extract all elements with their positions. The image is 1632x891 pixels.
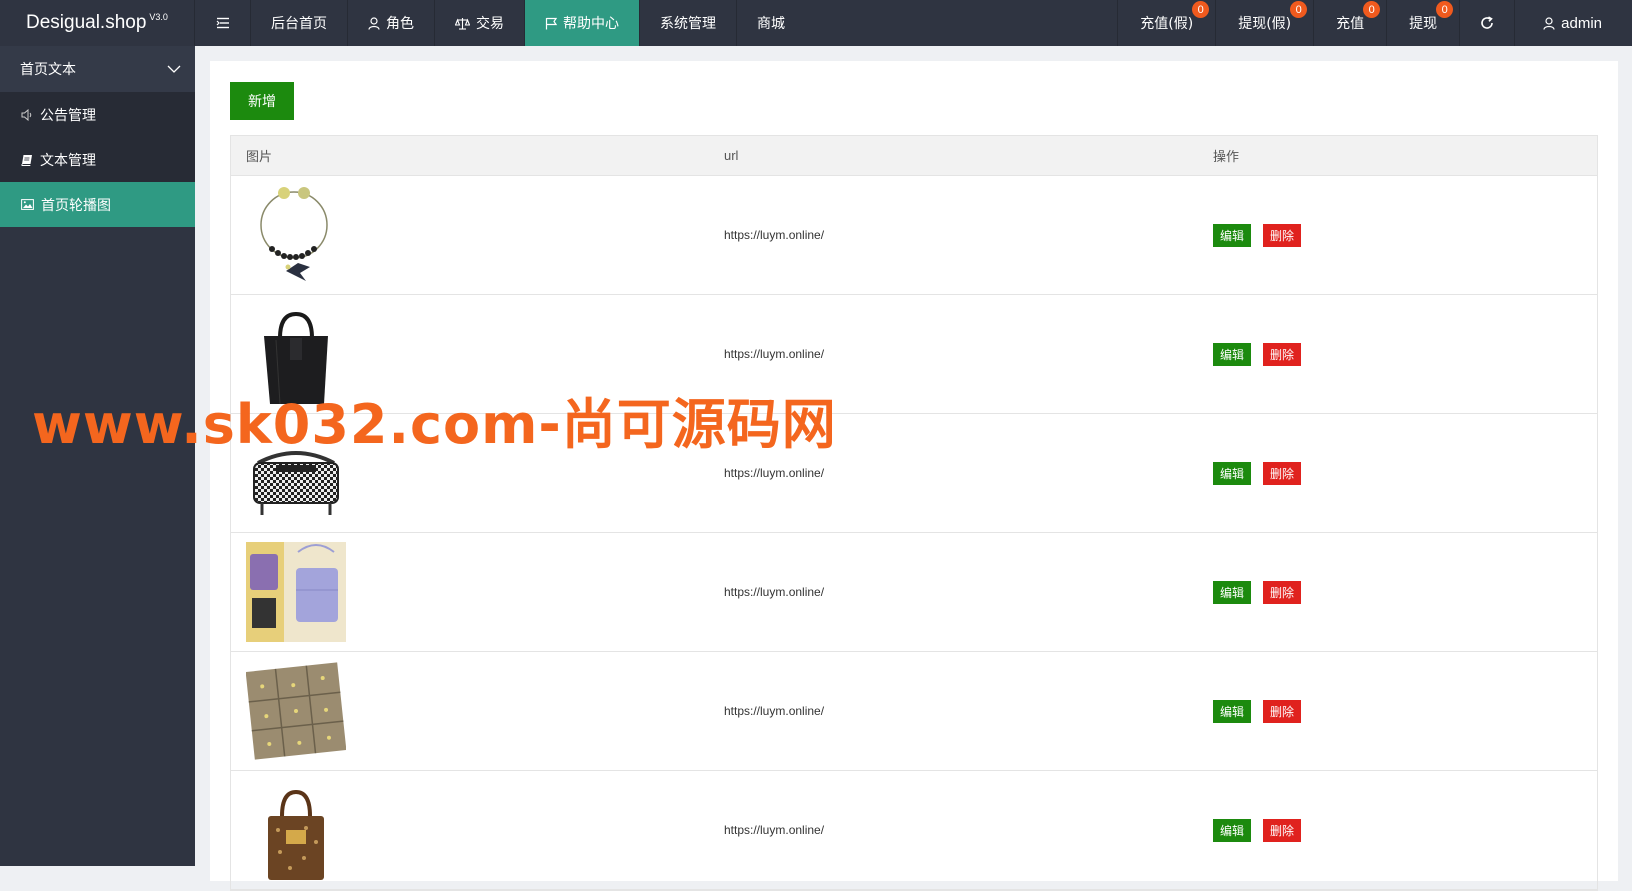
sidebar-item-text[interactable]: 文本管理	[0, 137, 195, 182]
delete-button[interactable]: 删除	[1263, 580, 1302, 604]
column-header-url: url	[724, 148, 739, 163]
nav-home[interactable]: 后台首页	[251, 0, 348, 46]
table-row: https://luym.online/ 编辑 删除	[231, 533, 1597, 652]
withdraw-link[interactable]: 提现 0	[1386, 0, 1459, 46]
top-bar: Desigual.shop V3.0 后台首页 角色 交易 帮助中心 系统管理 商…	[0, 0, 1632, 46]
nav-system[interactable]: 系统管理	[640, 0, 737, 46]
user-icon	[1543, 16, 1555, 30]
book-icon	[21, 154, 32, 166]
url-cell: https://luym.online/	[724, 704, 825, 718]
version-label: V3.0	[149, 12, 168, 22]
sidebar-item-announcement[interactable]: 公告管理	[0, 92, 195, 137]
edit-button[interactable]: 编辑	[1213, 580, 1252, 604]
nav-role-label: 角色	[386, 16, 414, 32]
refresh-button[interactable]	[1459, 0, 1514, 46]
edit-button[interactable]: 编辑	[1213, 223, 1252, 247]
sidebar-item-label: 文本管理	[40, 152, 96, 169]
column-header-actions: 操作	[1213, 150, 1240, 165]
fake-recharge-badge: 0	[1192, 1, 1210, 18]
nav-trade-label: 交易	[476, 16, 504, 32]
edit-button[interactable]: 编辑	[1213, 342, 1252, 366]
sidebar-group-label: 首页文本	[20, 62, 76, 78]
username: admin	[1561, 14, 1602, 32]
logo-text: Desigual.shop	[26, 12, 147, 33]
nav-mall[interactable]: 商城	[737, 0, 805, 46]
withdraw-badge: 0	[1436, 1, 1454, 18]
sidebar-item-carousel[interactable]: 首页轮播图	[0, 182, 195, 227]
sidebar-item-label: 公告管理	[40, 107, 96, 124]
monogram-bag-image	[246, 780, 346, 880]
url-cell: https://luym.online/	[724, 228, 825, 242]
speaker-icon	[21, 108, 32, 121]
nav-home-label: 后台首页	[271, 16, 327, 32]
table-row: https://luym.online/ 编辑 删除	[231, 652, 1597, 771]
url-cell: https://luym.online/	[724, 823, 825, 837]
sidebar-item-label: 首页轮播图	[41, 197, 111, 214]
user-menu[interactable]: admin	[1514, 0, 1632, 46]
fake-recharge-label: 充值(假)	[1140, 16, 1194, 32]
watermark: www.sk032.com-尚可源码网	[32, 393, 837, 456]
url-cell: https://luym.online/	[724, 585, 825, 599]
jewelry-grid-image	[245, 661, 347, 761]
fake-withdraw-link[interactable]: 提现(假) 0	[1215, 0, 1313, 46]
recharge-badge: 0	[1363, 1, 1381, 18]
nav-role[interactable]: 角色	[348, 0, 435, 46]
chevron-down-icon	[167, 65, 181, 73]
withdraw-label: 提现	[1409, 16, 1438, 32]
recharge-link[interactable]: 充值 0	[1313, 0, 1386, 46]
recharge-label: 充值	[1336, 16, 1365, 32]
nav-help-center-label: 帮助中心	[563, 16, 619, 32]
edit-button[interactable]: 编辑	[1213, 818, 1252, 842]
table-row: https://luym.online/ 编辑 删除	[231, 771, 1597, 890]
delete-button[interactable]: 删除	[1263, 223, 1302, 247]
column-header-image: 图片	[246, 150, 273, 165]
phone-bag-image	[246, 542, 346, 642]
edit-button[interactable]: 编辑	[1213, 461, 1252, 485]
nav-trade[interactable]: 交易	[435, 0, 525, 46]
delete-button[interactable]: 删除	[1263, 699, 1302, 723]
flag-icon	[545, 17, 557, 29]
user-icon	[368, 16, 380, 30]
table-header: 图片 url 操作	[231, 136, 1597, 176]
content-panel: 新增 图片 url 操作 https://luym.online/ 编辑 删除 h…	[210, 61, 1618, 891]
table-row: https://luym.online/ 编辑 删除	[231, 176, 1597, 295]
fake-withdraw-badge: 0	[1290, 1, 1308, 18]
header-right: 充值(假) 0 提现(假) 0 充值 0 提现 0 admin	[1117, 0, 1632, 46]
fake-recharge-link[interactable]: 充值(假) 0	[1117, 0, 1215, 46]
scale-icon	[455, 17, 470, 30]
delete-button[interactable]: 删除	[1263, 342, 1302, 366]
necklace-image	[246, 185, 346, 285]
menu-toggle-button[interactable]	[195, 0, 251, 46]
delete-button[interactable]: 删除	[1263, 818, 1302, 842]
delete-button[interactable]: 删除	[1263, 461, 1302, 485]
nav-help-center[interactable]: 帮助中心	[525, 0, 640, 46]
add-button[interactable]: 新增	[230, 82, 294, 120]
sidebar-group-home-text[interactable]: 首页文本	[0, 46, 195, 92]
nav-system-label: 系统管理	[660, 16, 716, 32]
url-cell: https://luym.online/	[724, 466, 825, 480]
logo[interactable]: Desigual.shop V3.0	[0, 0, 195, 46]
nav-mall-label: 商城	[757, 16, 785, 32]
url-cell: https://luym.online/	[724, 347, 825, 361]
image-icon	[21, 199, 34, 210]
edit-button[interactable]: 编辑	[1213, 699, 1252, 723]
main-nav: 后台首页 角色 交易 帮助中心 系统管理 商城	[251, 0, 805, 46]
refresh-icon	[1481, 16, 1493, 29]
fake-withdraw-label: 提现(假)	[1238, 16, 1292, 32]
menu-toggle-icon	[216, 17, 229, 29]
carousel-table: 图片 url 操作 https://luym.online/ 编辑 删除 http…	[230, 135, 1598, 891]
